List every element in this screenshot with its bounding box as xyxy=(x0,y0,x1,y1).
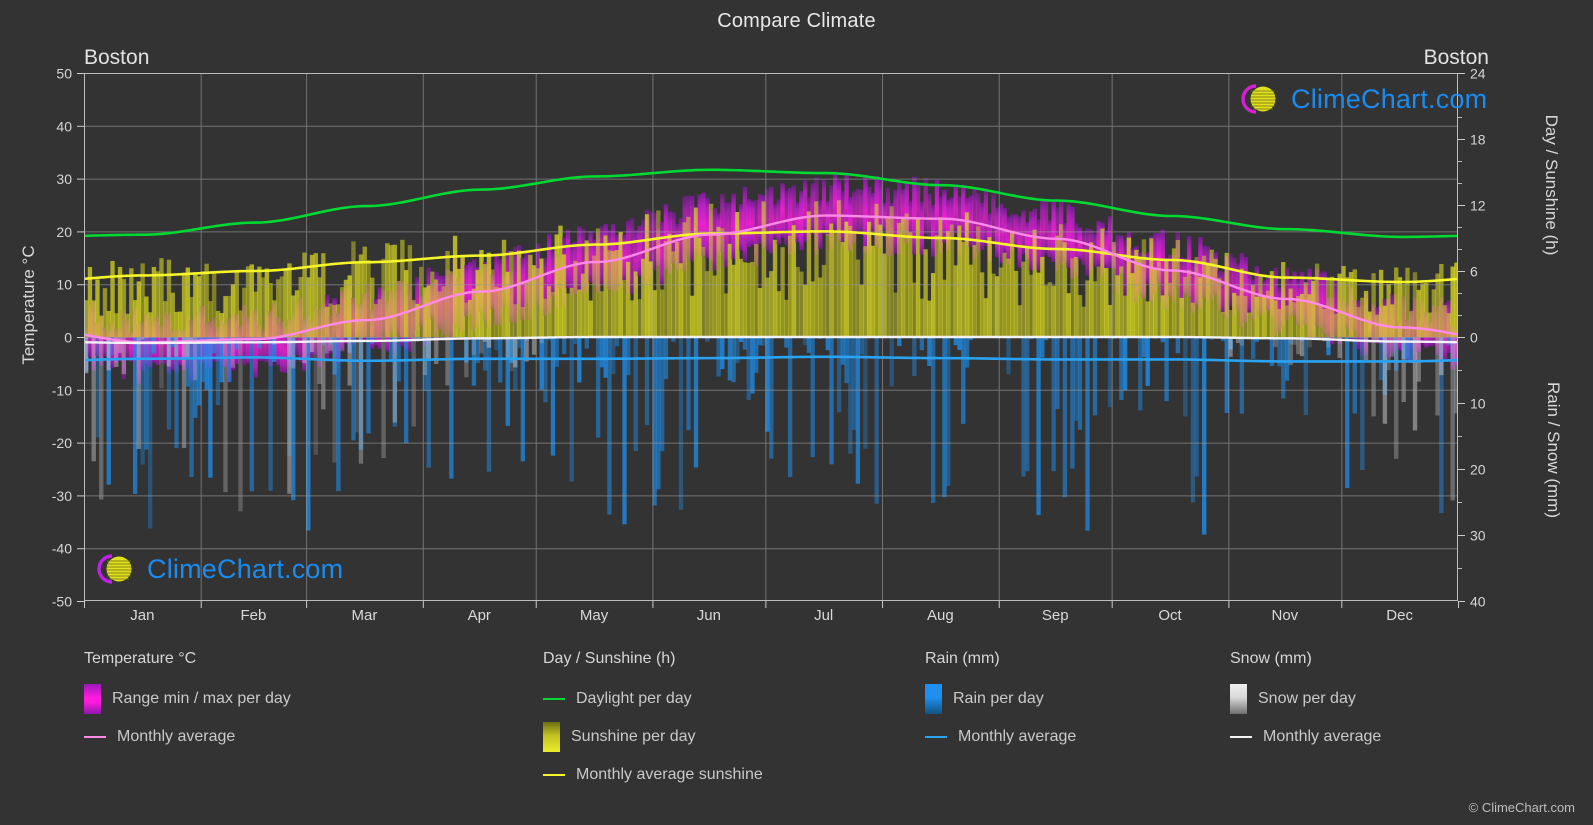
legend-heading-temperature: Temperature °C xyxy=(84,650,197,667)
x-axis-label-jun: Jun xyxy=(696,607,721,624)
svg-text:-50: -50 xyxy=(52,594,72,610)
x-axis-label-feb: Feb xyxy=(240,607,267,624)
svg-text:-20: -20 xyxy=(52,435,72,451)
legend-label-rain-per-day: Rain per day xyxy=(953,690,1044,707)
svg-text:10: 10 xyxy=(1470,396,1486,412)
swatch-rain xyxy=(925,684,942,714)
legend-group-snow: Snow (mm) Snow per day Monthly average xyxy=(1230,650,1530,756)
legend-item-temp-range[interactable]: Range min / max per day xyxy=(84,680,524,718)
legend-item-snow-per-day[interactable]: Snow per day xyxy=(1230,680,1530,718)
svg-text:30: 30 xyxy=(56,171,72,187)
legend-item-rain-avg[interactable]: Monthly average xyxy=(925,718,1215,756)
city-label-left: Boston xyxy=(84,46,150,69)
chart-canvas xyxy=(84,73,1458,601)
svg-text:6: 6 xyxy=(1470,264,1478,280)
svg-text:0: 0 xyxy=(1470,330,1478,346)
x-axis-label-may: May xyxy=(579,607,609,624)
svg-text:12: 12 xyxy=(1470,198,1486,214)
svg-text:30: 30 xyxy=(1470,528,1486,544)
legend-heading-day-sunshine: Day / Sunshine (h) xyxy=(543,650,676,667)
axis-title-temperature: Temperature °C xyxy=(19,245,38,365)
legend-label-rain-avg: Monthly average xyxy=(958,728,1077,745)
svg-text:20: 20 xyxy=(56,224,72,240)
watermark-logo-top: ClimeChart.com xyxy=(1236,82,1487,116)
svg-text:40: 40 xyxy=(56,118,72,134)
legend-label-snow-avg: Monthly average xyxy=(1263,728,1382,745)
watermark-text-top: ClimeChart.com xyxy=(1291,83,1488,114)
x-axis-label-sep: Sep xyxy=(1041,607,1069,624)
x-axis-label-jan: Jan xyxy=(130,607,155,624)
climechart-logo-icon xyxy=(97,554,132,584)
legend-item-sunshine[interactable]: Sunshine per day xyxy=(543,718,933,756)
city-label-right: Boston xyxy=(1423,46,1489,69)
axis-title-rain-snow: Rain / Snow (mm) xyxy=(1544,381,1563,519)
copyright-footer: © ClimeChart.com xyxy=(1468,800,1575,815)
legend-group-rain: Rain (mm) Rain per day Monthly average xyxy=(925,650,1215,756)
legend-item-rain-per-day[interactable]: Rain per day xyxy=(925,680,1215,718)
legend-item-daylight[interactable]: Daylight per day xyxy=(543,680,933,718)
x-axis-label-nov: Nov xyxy=(1271,607,1299,624)
page-title: Compare Climate xyxy=(717,10,876,32)
svg-text:10: 10 xyxy=(56,277,72,293)
swatch-temp-range xyxy=(84,684,101,714)
legend-label-sunshine-avg: Monthly average sunshine xyxy=(576,766,763,783)
svg-text:50: 50 xyxy=(56,66,72,82)
svg-text:-40: -40 xyxy=(52,541,72,557)
legend-item-temp-avg[interactable]: Monthly average xyxy=(84,718,524,756)
legend-label-sunshine: Sunshine per day xyxy=(571,728,696,745)
climate-chart-page: Compare Climate Boston Boston Temperatur… xyxy=(0,0,1593,825)
x-axis-label-oct: Oct xyxy=(1158,607,1182,624)
swatch-snow-avg xyxy=(1230,736,1252,738)
x-axis-label-apr: Apr xyxy=(467,607,491,624)
legend-heading-snow: Snow (mm) xyxy=(1230,650,1312,667)
plot-area xyxy=(84,73,1458,601)
legend-group-temperature: Temperature °C Range min / max per day M… xyxy=(84,650,524,756)
svg-text:20: 20 xyxy=(1470,462,1486,478)
swatch-snow xyxy=(1230,684,1247,714)
watermark-text-bottom: ClimeChart.com xyxy=(147,553,344,584)
legend-item-sunshine-avg[interactable]: Monthly average sunshine xyxy=(543,756,933,794)
x-axis-label-aug: Aug xyxy=(927,607,954,624)
legend-label-snow-per-day: Snow per day xyxy=(1258,690,1356,707)
watermark-logo-bottom: ClimeChart.com xyxy=(92,552,343,586)
svg-text:-30: -30 xyxy=(52,488,72,504)
svg-text:40: 40 xyxy=(1470,594,1486,610)
x-axis-label-mar: Mar xyxy=(351,607,378,624)
swatch-temp-avg xyxy=(84,736,106,738)
legend-label-daylight: Daylight per day xyxy=(576,690,692,707)
x-axis-label-jul: Jul xyxy=(814,607,834,624)
legend-label-temp-range: Range min / max per day xyxy=(112,690,291,707)
svg-text:18: 18 xyxy=(1470,132,1486,148)
legend-group-day-sunshine: Day / Sunshine (h) Daylight per day Suns… xyxy=(543,650,933,794)
axis-title-day-sunshine: Day / Sunshine (h) xyxy=(1542,114,1561,256)
climechart-logo-icon xyxy=(1241,84,1276,114)
svg-text:-10: -10 xyxy=(52,382,72,398)
chart-legend: Temperature °C Range min / max per day M… xyxy=(0,650,1593,810)
swatch-sunshine xyxy=(543,722,560,752)
svg-text:0: 0 xyxy=(64,330,72,346)
legend-label-temp-avg: Monthly average xyxy=(117,728,236,745)
swatch-sunshine-avg xyxy=(543,774,565,776)
swatch-rain-avg xyxy=(925,736,947,738)
swatch-daylight xyxy=(543,698,565,700)
x-axis-label-dec: Dec xyxy=(1386,607,1413,624)
legend-item-snow-avg[interactable]: Monthly average xyxy=(1230,718,1530,756)
legend-heading-rain: Rain (mm) xyxy=(925,650,1000,667)
